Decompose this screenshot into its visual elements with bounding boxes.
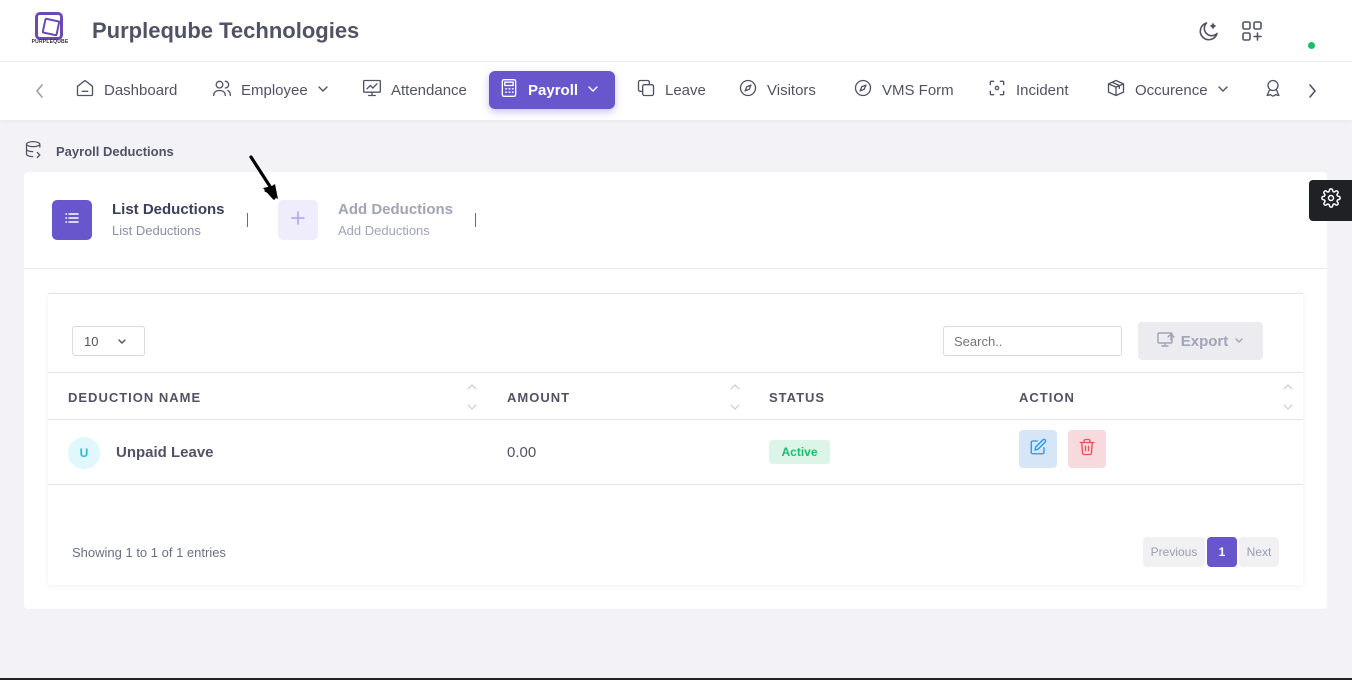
database-icon <box>24 140 44 163</box>
nav-item-leave[interactable]: Leave <box>626 71 716 109</box>
nav-label: Occurence <box>1135 81 1208 99</box>
column-header-amount[interactable]: AMOUNT <box>507 390 570 405</box>
nav-item-vms-form[interactable]: VMS Form <box>843 71 964 109</box>
column-header-status: STATUS <box>769 390 826 405</box>
nav-item-occurence[interactable]: Occurence <box>1096 71 1239 109</box>
breadcrumb-title: Payroll Deductions <box>56 144 174 159</box>
step-divider <box>247 213 248 227</box>
sort-icon[interactable] <box>729 383 741 411</box>
sort-icon[interactable] <box>1282 383 1294 411</box>
breadcrumb: Payroll Deductions <box>24 140 174 163</box>
company-name: Purpleqube Technologies <box>92 18 360 43</box>
award-icon <box>1263 78 1283 102</box>
sort-icon[interactable] <box>466 383 478 411</box>
nav-item-visitors[interactable]: Visitors <box>728 71 826 109</box>
box-icon <box>1106 78 1126 102</box>
table-header: DEDUCTION NAME AMOUNT STATUS ACTION <box>48 372 1303 420</box>
focus-icon <box>987 78 1007 102</box>
entries-info: Showing 1 to 1 of 1 entries <box>72 545 226 560</box>
company-logo[interactable]: PURPLEQUBE <box>31 11 69 51</box>
calculator-icon <box>499 78 519 102</box>
deduction-amount: 0.00 <box>507 444 537 461</box>
chevron-down-icon <box>118 339 126 344</box>
compass-icon <box>738 78 758 102</box>
nav-item-employee[interactable]: Employee <box>202 71 339 109</box>
status-badge: Active <box>769 440 830 464</box>
nav-label: Employee <box>241 81 308 99</box>
nav-label: Leave <box>665 81 706 99</box>
step-add-button[interactable] <box>278 200 318 240</box>
moon-icon[interactable] <box>1197 19 1221 43</box>
step-add-subtitle: Add Deductions <box>338 223 430 238</box>
chevron-down-icon <box>587 82 599 99</box>
next-page-button[interactable]: Next <box>1239 537 1279 567</box>
step-add-title[interactable]: Add Deductions <box>338 201 453 218</box>
deductions-card: List Deductions List Deductions Add Dedu… <box>24 172 1327 609</box>
export-label: Export <box>1180 332 1229 350</box>
nav-label: Visitors <box>767 81 816 99</box>
page-length-value: 10 <box>84 334 99 349</box>
users-icon <box>212 78 232 102</box>
compass-icon <box>853 78 873 102</box>
delete-button[interactable] <box>1068 430 1106 468</box>
export-button[interactable]: Export <box>1138 322 1263 360</box>
deductions-table-card: 10 Export DEDUCTION NAME AMOUNT STATUS A… <box>48 293 1303 585</box>
plus-icon <box>290 210 306 231</box>
chevron-down-icon <box>1217 82 1229 99</box>
nav-item-dashboard[interactable]: Dashboard <box>65 71 187 109</box>
nav-label: Incident <box>1016 81 1069 99</box>
apps-add-icon[interactable] <box>1240 19 1264 43</box>
step-divider <box>475 213 476 227</box>
chevron-down-icon <box>317 82 329 99</box>
nav-scroll-right-icon[interactable] <box>1304 82 1320 100</box>
page-length-select[interactable]: 10 <box>72 326 145 356</box>
online-status-dot <box>1308 42 1315 49</box>
nav-label: Payroll <box>528 81 579 99</box>
avatar: U <box>68 437 100 469</box>
previous-page-button[interactable]: Previous <box>1143 537 1205 567</box>
nav-item-awards[interactable] <box>1253 71 1293 109</box>
main-nav: Dashboard Employee Attendance Payroll Le… <box>0 62 1352 120</box>
settings-toggle[interactable] <box>1309 180 1352 221</box>
step-list-subtitle: List Deductions <box>112 223 201 238</box>
wizard-steps: List Deductions List Deductions Add Dedu… <box>24 172 1327 269</box>
nav-label: VMS Form <box>882 81 954 99</box>
trash-icon <box>1078 438 1096 461</box>
gear-icon <box>1320 188 1341 213</box>
list-icon <box>64 210 80 231</box>
nav-item-incident[interactable]: Incident <box>977 71 1079 109</box>
logo-mark <box>35 12 63 40</box>
copy-icon <box>636 78 656 102</box>
mouse-cursor-icon <box>248 155 282 201</box>
logo-text: PURPLEQUBE <box>31 39 69 45</box>
chart-board-icon <box>362 78 382 102</box>
edit-icon <box>1029 438 1047 461</box>
home-icon <box>75 78 95 102</box>
page-1-button[interactable]: 1 <box>1207 537 1237 567</box>
top-header: PURPLEQUBE Purpleqube Technologies <box>0 0 1352 62</box>
column-header-deduction-name[interactable]: DEDUCTION NAME <box>68 390 201 405</box>
step-list-button[interactable] <box>52 200 92 240</box>
chevron-down-icon <box>1234 333 1244 350</box>
nav-label: Attendance <box>391 81 467 99</box>
step-list-title[interactable]: List Deductions <box>112 201 225 218</box>
nav-scroll-left-icon[interactable] <box>32 82 48 100</box>
nav-label: Dashboard <box>104 81 178 99</box>
table-row: U Unpaid Leave 0.00 Active <box>48 420 1303 485</box>
export-icon <box>1157 331 1175 351</box>
column-header-action: ACTION <box>1019 390 1075 405</box>
nav-item-payroll[interactable]: Payroll <box>489 71 615 109</box>
nav-item-attendance[interactable]: Attendance <box>352 71 477 109</box>
edit-button[interactable] <box>1019 430 1057 468</box>
search-input[interactable] <box>943 326 1122 356</box>
deduction-name: Unpaid Leave <box>116 444 214 461</box>
